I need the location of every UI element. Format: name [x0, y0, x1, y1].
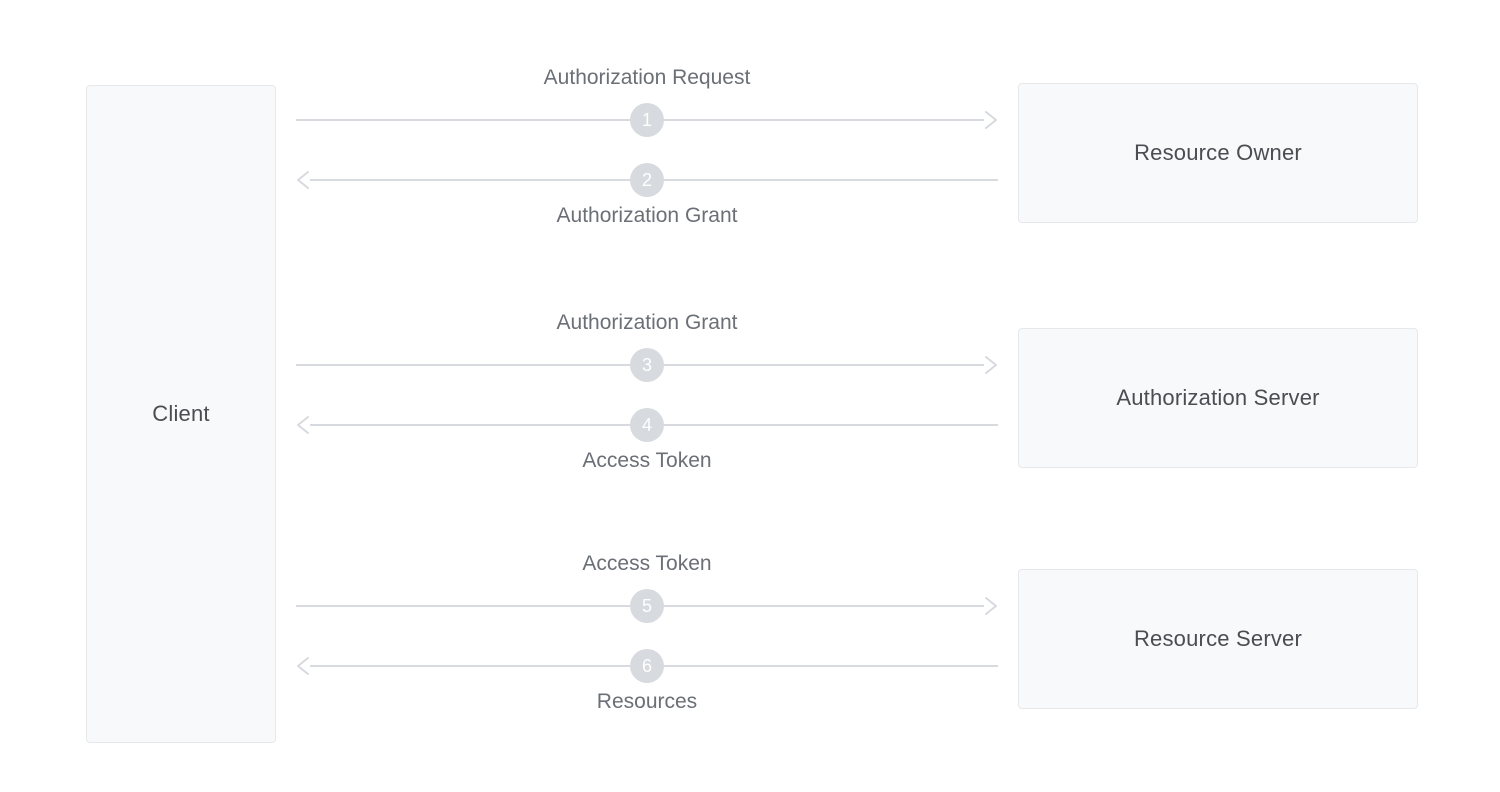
node-client-label: Client: [152, 401, 209, 427]
flow-step-badge-6: 6: [630, 649, 664, 683]
oauth-flow-diagram: Client Resource Owner Authorization Serv…: [0, 0, 1500, 792]
node-resource-server: Resource Server: [1018, 569, 1418, 709]
flow-step-number: 6: [642, 656, 652, 677]
flow-step-number: 4: [642, 415, 652, 436]
flow-label-4: Access Token: [296, 449, 998, 473]
flow-step-number: 5: [642, 596, 652, 617]
node-resource-server-label: Resource Server: [1134, 626, 1302, 652]
flow-step-badge-1: 1: [630, 103, 664, 137]
flow-step-badge-4: 4: [630, 408, 664, 442]
node-client: Client: [86, 85, 276, 743]
flow-label-5: Access Token: [296, 552, 998, 576]
arrow-right-icon: [984, 594, 998, 618]
flow-label-3: Authorization Grant: [296, 311, 998, 335]
arrow-left-icon: [296, 654, 310, 678]
flow-step-number: 3: [642, 355, 652, 376]
arrow-right-icon: [984, 353, 998, 377]
node-authorization-server-label: Authorization Server: [1116, 385, 1319, 411]
arrow-left-icon: [296, 168, 310, 192]
flow-label-1: Authorization Request: [296, 66, 998, 90]
node-resource-owner-label: Resource Owner: [1134, 140, 1302, 166]
flow-label-2: Authorization Grant: [296, 204, 998, 228]
arrow-left-icon: [296, 413, 310, 437]
node-authorization-server: Authorization Server: [1018, 328, 1418, 468]
node-resource-owner: Resource Owner: [1018, 83, 1418, 223]
arrow-right-icon: [984, 108, 998, 132]
flow-label-6: Resources: [296, 690, 998, 714]
flow-step-badge-5: 5: [630, 589, 664, 623]
flow-step-badge-3: 3: [630, 348, 664, 382]
flow-step-badge-2: 2: [630, 163, 664, 197]
flow-step-number: 1: [642, 110, 652, 131]
flow-step-number: 2: [642, 170, 652, 191]
